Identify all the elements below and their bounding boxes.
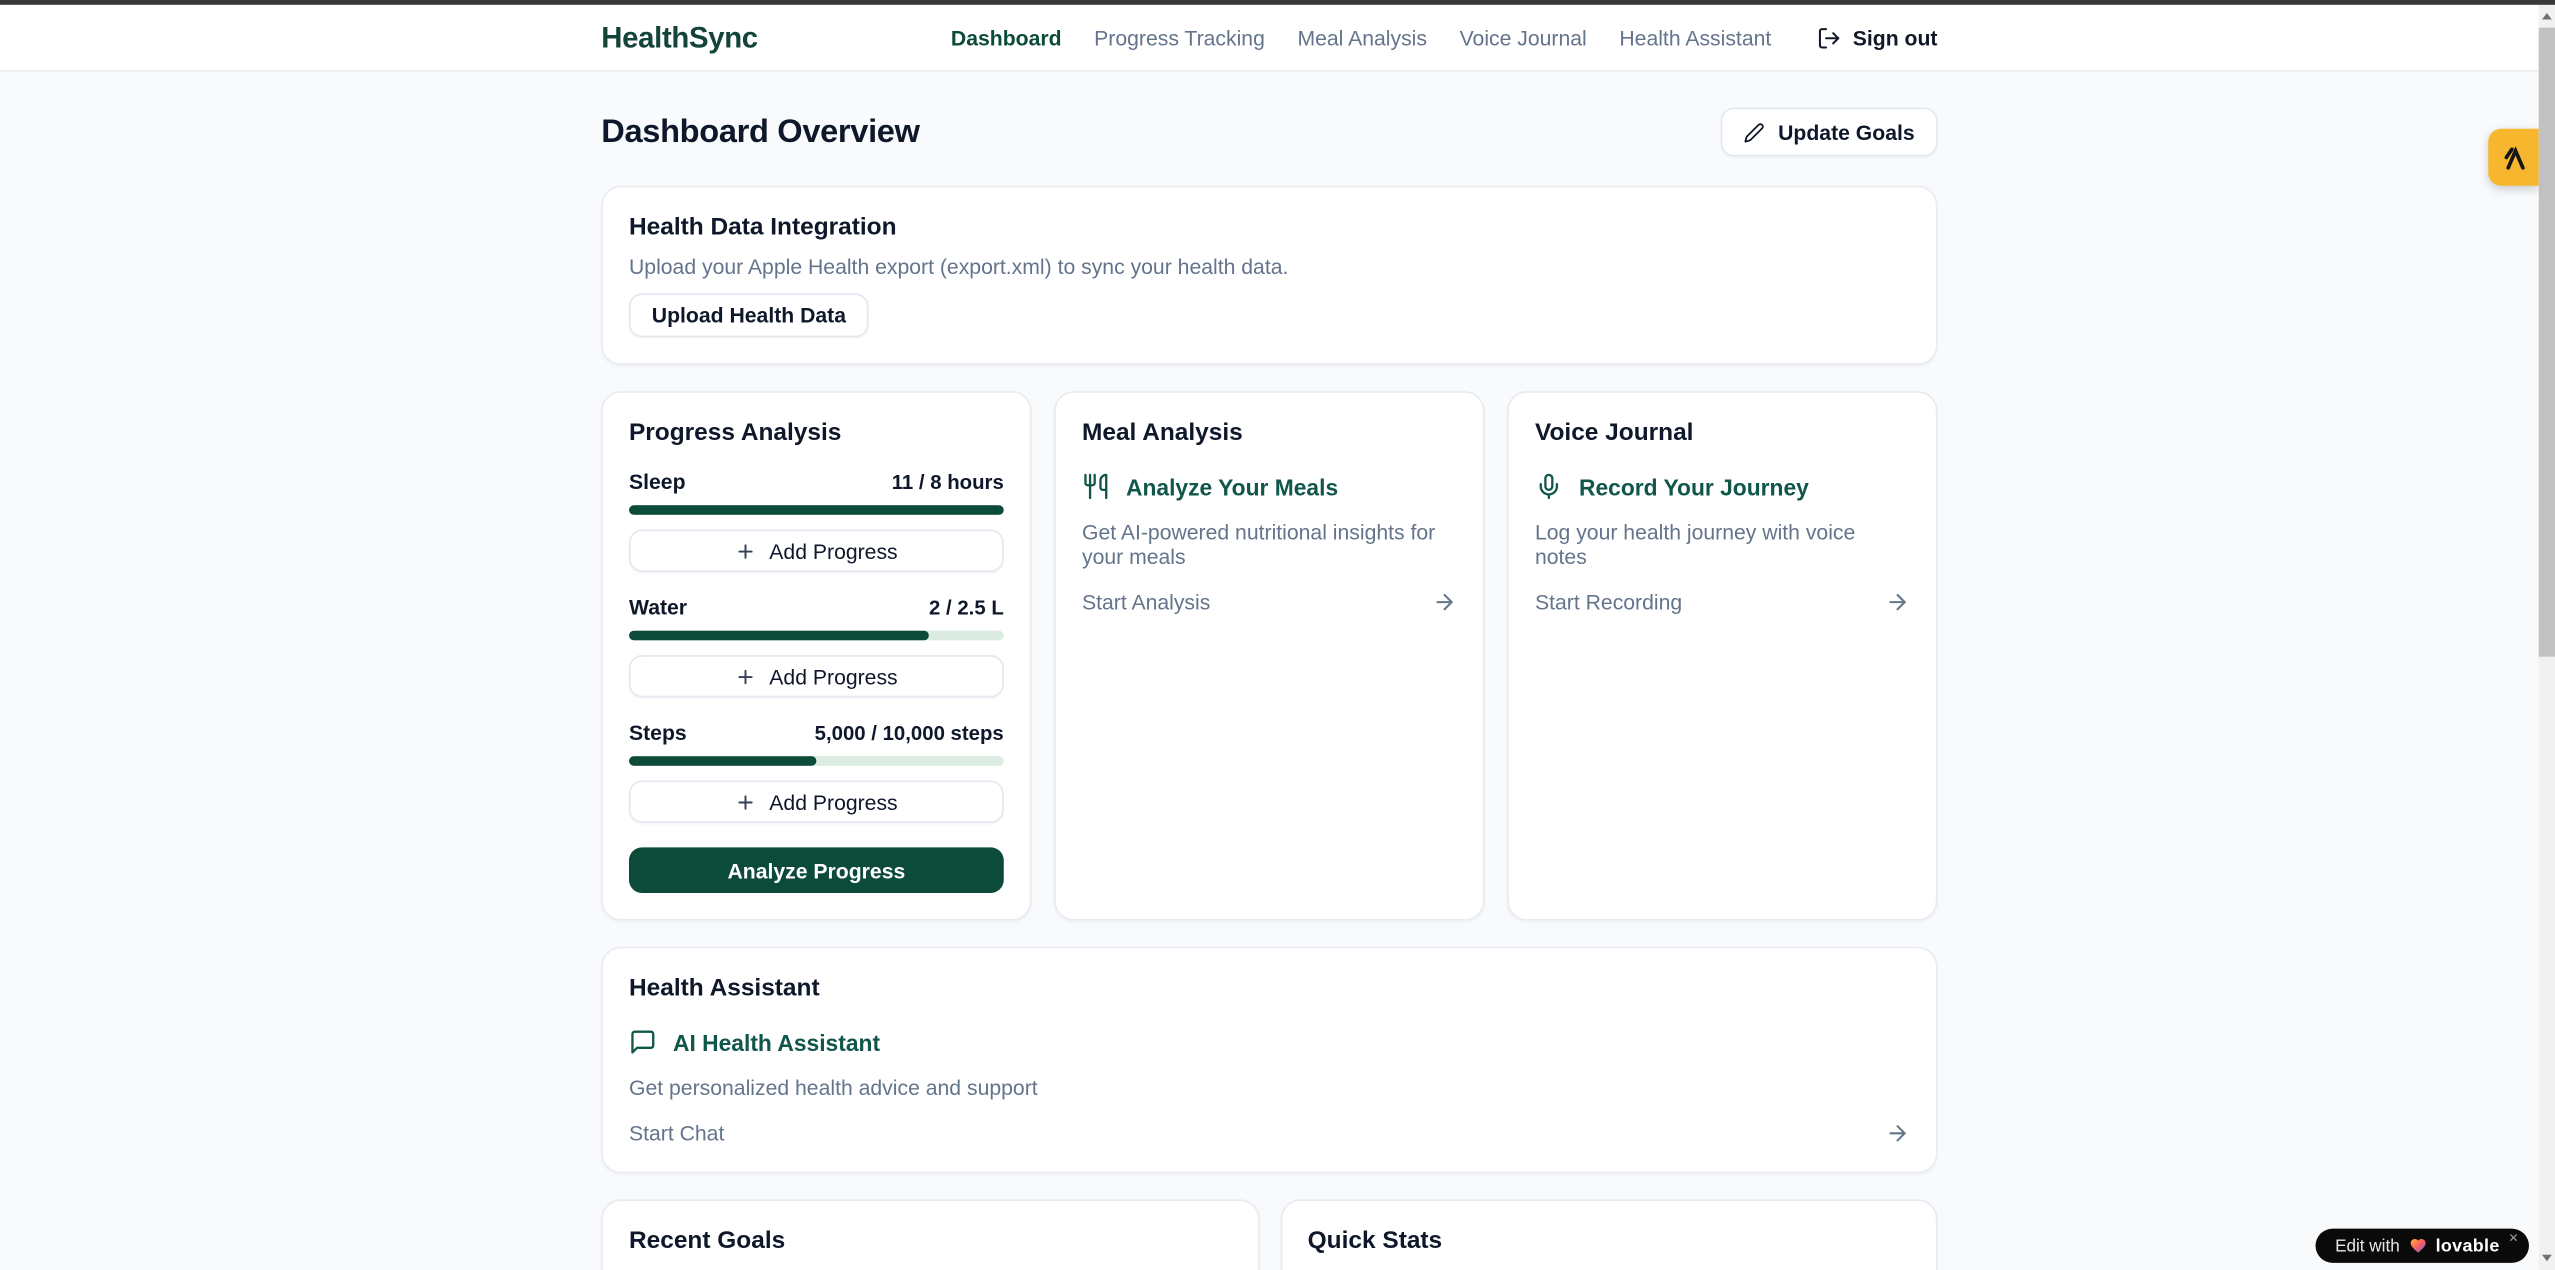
add-progress-water-button[interactable]: Add Progress [629,655,1004,697]
floating-widget-button[interactable] [2488,129,2539,186]
add-progress-steps-button[interactable]: Add Progress [629,781,1004,823]
recent-goals-title: Recent Goals [629,1227,1231,1255]
record-your-journey-link[interactable]: Record Your Journey [1535,473,1910,501]
metric-label: Sleep [629,469,686,493]
health-assistant-card: Health Assistant AI Health Assistant Get… [601,947,1937,1174]
nav-voice-journal[interactable]: Voice Journal [1460,26,1587,50]
quick-stats-title: Quick Stats [1308,1227,1910,1255]
start-recording-link[interactable]: Start Recording [1535,590,1910,614]
app-logo[interactable]: HealthSync [601,21,758,55]
nav-meal-analysis[interactable]: Meal Analysis [1297,26,1427,50]
metric-water: Water 2 / 2.5 L Add Progress [629,595,1004,698]
metric-value: 11 / 8 hours [892,471,1004,494]
sign-out-label: Sign out [1853,26,1938,50]
integration-description: Upload your Apple Health export (export.… [629,254,1910,278]
ai-health-assistant-link[interactable]: AI Health Assistant [629,1028,1910,1056]
meal-analysis-card: Meal Analysis Analyze Your Meals Get AI-… [1054,391,1484,921]
plus-icon [735,540,756,561]
metric-label: Water [629,595,687,619]
update-goals-label: Update Goals [1778,120,1915,144]
progress-bar-steps [629,756,1004,766]
plus-icon [735,666,756,687]
scrollbar-down-arrow[interactable] [2539,1248,2555,1268]
action-label: Start Analysis [1082,590,1210,614]
nav-health-assistant[interactable]: Health Assistant [1619,26,1771,50]
caret-logo-icon [2499,143,2528,172]
nav-dashboard[interactable]: Dashboard [951,26,1062,50]
badge-prefix: Edit with [2335,1236,2400,1256]
meal-card-title: Meal Analysis [1082,419,1457,447]
heart-icon [2408,1237,2428,1255]
metric-value: 2 / 2.5 L [929,596,1004,619]
page-title: Dashboard Overview [601,113,919,150]
add-progress-label: Add Progress [769,789,897,813]
top-navigation-bar: HealthSync Dashboard Progress Tracking M… [0,5,2539,72]
main-nav: Dashboard Progress Tracking Meal Analysi… [951,26,1938,50]
log-out-icon [1817,26,1841,50]
add-progress-label: Add Progress [769,664,897,688]
upload-health-data-button[interactable]: Upload Health Data [629,293,869,337]
action-label: Start Chat [629,1121,724,1145]
voice-card-title: Voice Journal [1535,419,1910,447]
start-chat-link[interactable]: Start Chat [629,1121,1910,1145]
assistant-description: Get personalized health advice and suppo… [629,1075,1910,1099]
feature-link-label: Analyze Your Meals [1126,473,1338,499]
close-icon[interactable] [2508,1232,2519,1243]
metric-sleep: Sleep 11 / 8 hours Add Progress [629,469,1004,572]
quick-stats-card: Quick Stats Select Date Today Yesterday … [1280,1199,1938,1270]
sign-out-button[interactable]: Sign out [1817,26,1938,50]
arrow-right-icon [1432,590,1456,614]
metric-steps: Steps 5,000 / 10,000 steps Add Progress [629,720,1004,823]
nav-progress-tracking[interactable]: Progress Tracking [1094,26,1265,50]
plus-icon [735,791,756,812]
metric-label: Steps [629,720,687,744]
utensils-icon [1082,473,1110,501]
progress-bar-water [629,631,1004,641]
health-data-integration-card: Health Data Integration Upload your Appl… [601,186,1937,365]
assistant-card-title: Health Assistant [629,974,1910,1002]
add-progress-label: Add Progress [769,539,897,563]
microphone-icon [1535,473,1563,501]
recent-goals-card: Recent Goals Select Date Today Yesterday… [601,1199,1259,1270]
feature-link-label: AI Health Assistant [673,1029,880,1055]
add-progress-sleep-button[interactable]: Add Progress [629,530,1004,572]
scrollbar-thumb[interactable] [2539,28,2555,657]
edit-with-lovable-badge[interactable]: Edit with lovable [2316,1229,2529,1263]
pencil-icon [1744,121,1765,142]
progress-bar-sleep [629,505,1004,515]
arrow-right-icon [1885,590,1909,614]
analyze-your-meals-link[interactable]: Analyze Your Meals [1082,473,1457,501]
update-goals-button[interactable]: Update Goals [1721,108,1937,157]
progress-analysis-card: Progress Analysis Sleep 11 / 8 hours Add… [601,391,1031,921]
meal-description: Get AI-powered nutritional insights for … [1082,520,1457,569]
start-analysis-link[interactable]: Start Analysis [1082,590,1457,614]
vertical-scrollbar[interactable] [2539,5,2555,1270]
progress-card-title: Progress Analysis [629,419,1004,447]
integration-card-title: Health Data Integration [629,213,1910,241]
analyze-progress-button[interactable]: Analyze Progress [629,847,1004,893]
arrow-right-icon [1885,1121,1909,1145]
action-label: Start Recording [1535,590,1682,614]
badge-brand: lovable [2436,1236,2500,1256]
voice-description: Log your health journey with voice notes [1535,520,1910,569]
scrollbar-up-arrow[interactable] [2539,7,2555,27]
voice-journal-card: Voice Journal Record Your Journey Log yo… [1507,391,1937,921]
feature-link-label: Record Your Journey [1579,473,1809,499]
metric-value: 5,000 / 10,000 steps [815,722,1004,745]
chat-bubble-icon [629,1028,657,1056]
page: HealthSync Dashboard Progress Tracking M… [0,0,2555,1270]
